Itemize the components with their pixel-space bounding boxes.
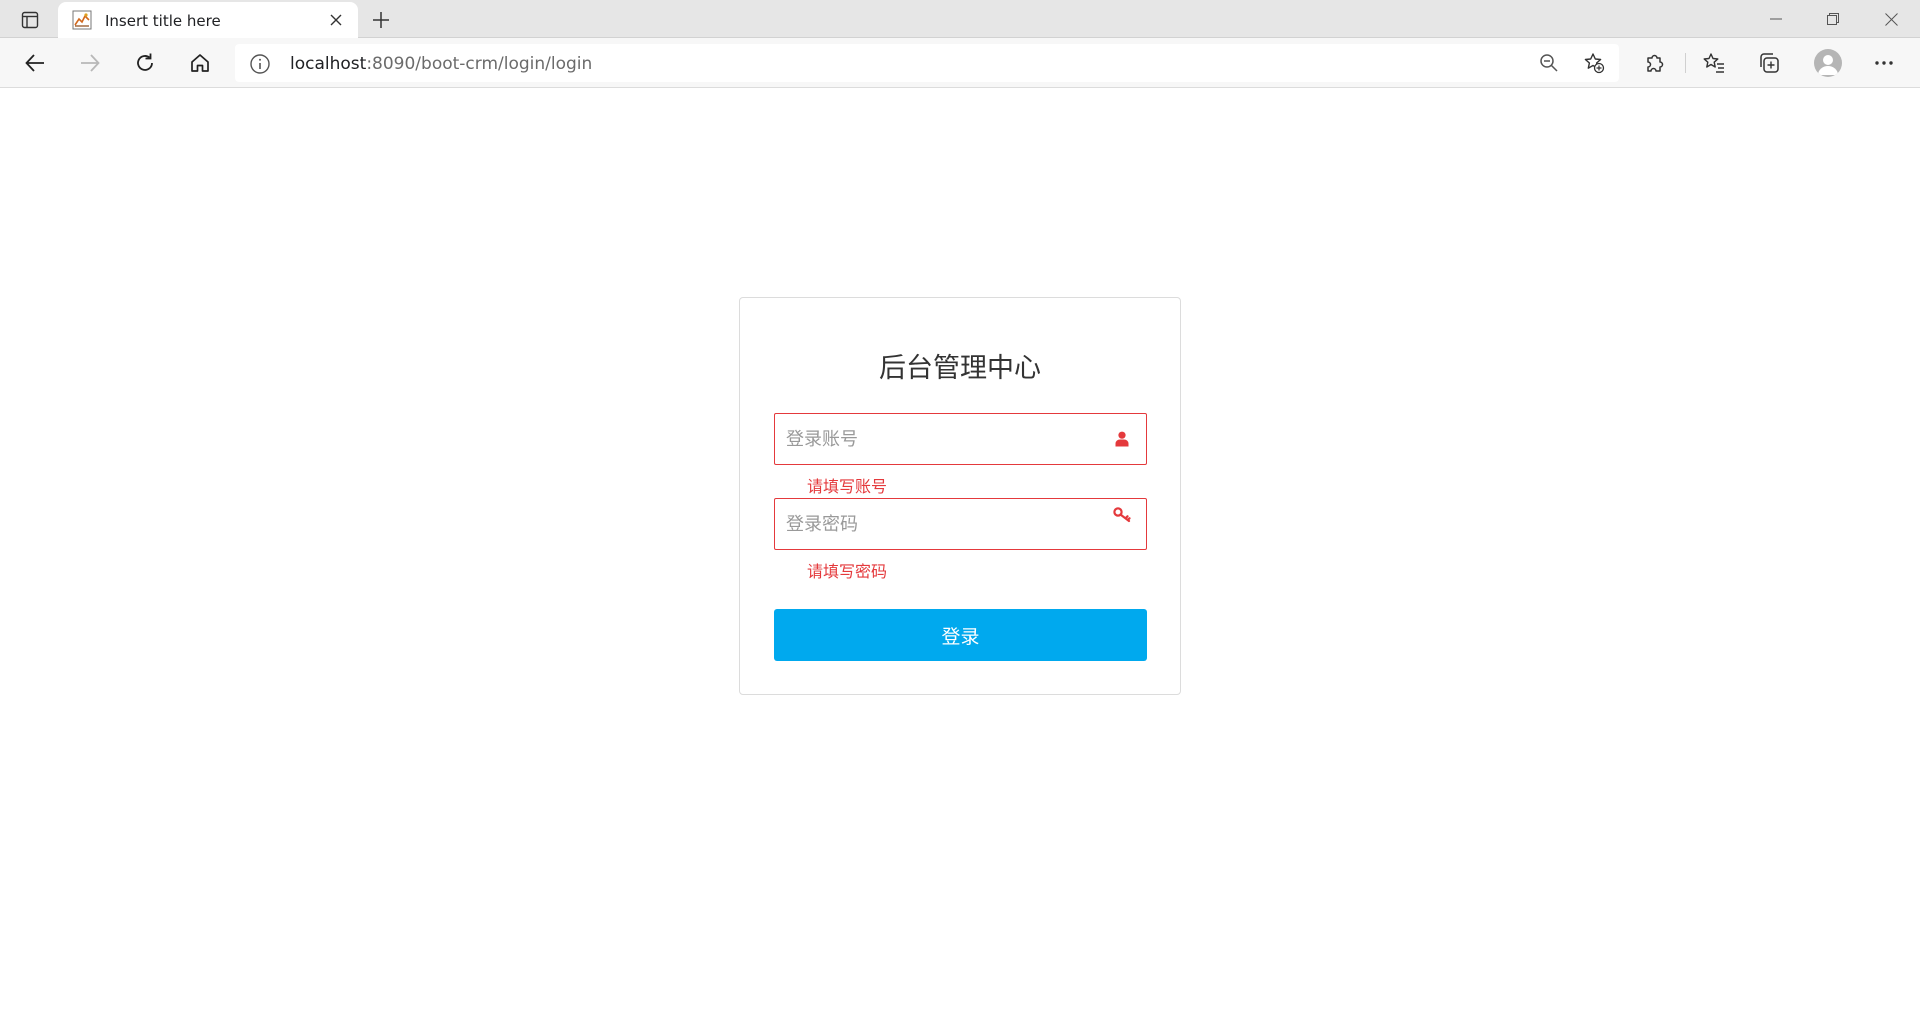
more-icon bbox=[1875, 61, 1893, 65]
user-avatar-icon bbox=[1818, 55, 1838, 75]
window-close-button[interactable] bbox=[1863, 0, 1919, 38]
info-icon[interactable] bbox=[249, 53, 271, 75]
zoom-button[interactable] bbox=[1532, 46, 1566, 80]
zoom-out-icon bbox=[1540, 54, 1558, 72]
collections-icon bbox=[1760, 53, 1779, 73]
favorites-button[interactable] bbox=[1696, 45, 1732, 81]
login-title: 后台管理中心 bbox=[879, 353, 1041, 384]
refresh-button[interactable] bbox=[127, 45, 163, 81]
minimize-icon bbox=[1770, 18, 1782, 20]
username-input[interactable] bbox=[775, 414, 1095, 464]
add-favorite-button[interactable] bbox=[1577, 46, 1611, 80]
favorites-icon bbox=[1703, 53, 1724, 73]
tab-close-button[interactable] bbox=[324, 8, 348, 32]
tab-actions-icon bbox=[21, 11, 39, 29]
login-panel: 后台管理中心 请填写账号 请填写密码 登录 bbox=[739, 297, 1181, 695]
extensions-button[interactable] bbox=[1637, 45, 1673, 81]
username-error: 请填写账号 bbox=[807, 477, 888, 496]
arrow-right-icon bbox=[81, 54, 100, 72]
password-icon-wrapper bbox=[1112, 505, 1132, 525]
settings-more-button[interactable] bbox=[1866, 45, 1902, 81]
arrow-left-icon bbox=[25, 54, 44, 72]
tab-strip: Insert title here bbox=[0, 0, 1920, 38]
favicon-icon bbox=[72, 10, 92, 30]
url-path: :8090/boot-crm/login/login bbox=[366, 54, 593, 74]
address-bar[interactable]: localhost:8090/boot-crm/login/login bbox=[235, 44, 1619, 82]
key-icon bbox=[1113, 507, 1131, 523]
password-input[interactable] bbox=[775, 499, 1095, 549]
close-icon bbox=[330, 14, 342, 26]
star-add-icon bbox=[1584, 53, 1605, 74]
plus-icon bbox=[373, 12, 389, 28]
new-tab-button[interactable] bbox=[366, 5, 396, 35]
tab-title: Insert title here bbox=[105, 12, 221, 30]
username-icon-wrapper bbox=[1112, 429, 1132, 449]
puzzle-icon bbox=[1647, 54, 1664, 72]
username-field[interactable] bbox=[774, 413, 1147, 465]
collections-button[interactable] bbox=[1751, 45, 1787, 81]
refresh-icon bbox=[137, 53, 153, 71]
restore-icon bbox=[1827, 13, 1839, 25]
minimize-button[interactable] bbox=[1748, 0, 1804, 38]
home-icon bbox=[191, 54, 209, 72]
url-host: localhost bbox=[290, 54, 367, 74]
home-button[interactable] bbox=[182, 45, 218, 81]
url-text[interactable]: localhost:8090/boot-crm/login/login bbox=[290, 54, 592, 74]
tab-actions-button[interactable] bbox=[12, 6, 48, 34]
profile-avatar[interactable] bbox=[1814, 49, 1842, 77]
forward-button[interactable] bbox=[72, 45, 108, 81]
password-field[interactable] bbox=[774, 498, 1147, 550]
restore-button[interactable] bbox=[1805, 0, 1861, 38]
browser-tab[interactable]: Insert title here bbox=[58, 2, 358, 38]
password-error: 请填写密码 bbox=[807, 562, 888, 581]
back-button[interactable] bbox=[17, 45, 53, 81]
user-icon bbox=[1115, 431, 1129, 447]
browser-toolbar: localhost:8090/boot-crm/login/login bbox=[0, 38, 1920, 88]
login-button[interactable]: 登录 bbox=[774, 609, 1147, 661]
toolbar-separator bbox=[1685, 53, 1686, 73]
window-close-icon bbox=[1884, 12, 1898, 26]
